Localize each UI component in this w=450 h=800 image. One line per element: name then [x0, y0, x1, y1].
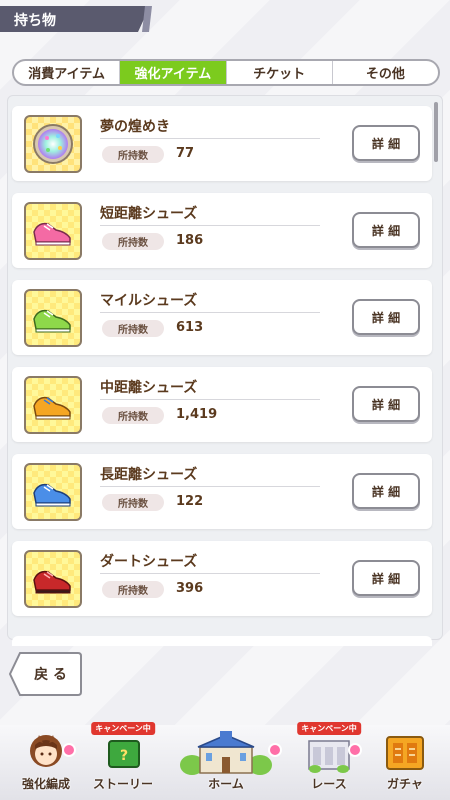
tab-consumables[interactable]: 消費アイテム — [14, 61, 121, 84]
detail-button[interactable]: 詳 細 — [352, 212, 420, 248]
list-item: マイルシューズ 所持数 613 詳 細 — [12, 280, 432, 355]
qty-value: 77 — [176, 146, 195, 161]
list-item-partial — [12, 636, 432, 646]
item-name: マイルシューズ — [100, 293, 198, 309]
qty-value: 396 — [176, 581, 204, 596]
detail-button[interactable]: 詳 細 — [352, 299, 420, 335]
nav-gacha[interactable]: ガチャ — [368, 725, 442, 800]
qty-value: 613 — [176, 320, 204, 335]
home-building-icon — [180, 731, 272, 775]
back-button[interactable]: 戻 る — [8, 651, 83, 697]
nav-label: レース — [311, 777, 347, 791]
item-name: 短距離シューズ — [100, 206, 198, 222]
list-item: 中距離シューズ 所持数 1,419 詳 細 — [12, 367, 432, 442]
pink-shoes-icon — [24, 202, 82, 260]
divider — [100, 312, 320, 313]
list-item: 長距離シューズ 所持数 122 詳 細 — [12, 454, 432, 529]
list-item: ダートシューズ 所持数 396 詳 細 — [12, 541, 432, 616]
svg-text:?: ? — [120, 748, 128, 764]
divider — [100, 399, 320, 400]
nav-label: ガチャ — [387, 777, 423, 791]
detail-button[interactable]: 詳 細 — [352, 560, 420, 596]
divider — [100, 573, 320, 574]
green-shoes-icon — [24, 289, 82, 347]
detail-button[interactable]: 詳 細 — [352, 125, 420, 161]
list-item: 短距離シューズ 所持数 186 詳 細 — [12, 193, 432, 268]
item-name: 夢の煌めき — [100, 119, 170, 135]
nav-label: 強化編成 — [21, 777, 70, 791]
nav-label: ホーム — [208, 777, 244, 791]
nav-label: ストーリー — [92, 777, 153, 791]
tab-tickets[interactable]: チケット — [227, 61, 333, 84]
qty-label: 所持数 — [102, 494, 164, 511]
divider — [100, 225, 320, 226]
nav-home[interactable]: ホーム — [162, 725, 290, 800]
blue-shoes-icon — [24, 463, 82, 521]
qty-label: 所持数 — [102, 407, 164, 424]
divider — [100, 138, 320, 139]
race-gate-icon — [308, 740, 350, 773]
nav-race[interactable]: キャンペーン中 レース — [292, 722, 366, 800]
sparkle-orb-icon — [24, 115, 82, 173]
qty-label: 所持数 — [102, 146, 164, 163]
list-item: 夢の煌めき 所持数 77 詳 細 — [12, 106, 432, 181]
qty-label: 所持数 — [102, 320, 164, 337]
item-name: 長距離シューズ — [100, 467, 198, 483]
category-tabs: 消費アイテム 強化アイテム チケット その他 — [12, 59, 440, 86]
notification-badge — [348, 743, 362, 757]
detail-button[interactable]: 詳 細 — [352, 386, 420, 422]
scrollbar[interactable] — [434, 102, 438, 162]
page-title: 持ち物 — [14, 13, 56, 29]
qty-value: 186 — [176, 233, 204, 248]
back-label: 戻 る — [34, 667, 67, 683]
nav-story[interactable]: キャンペーン中 ? ストーリー — [86, 722, 160, 800]
detail-button[interactable]: 詳 細 — [352, 473, 420, 509]
page-header: 持ち物 — [0, 6, 150, 32]
nav-enhance-formation[interactable]: 強化編成 — [8, 725, 84, 800]
bottom-nav: 強化編成 キャンペーン中 ? ストーリー ホーム キャンペーン中 レース ガチャ — [0, 722, 450, 800]
qty-value: 122 — [176, 494, 204, 509]
orange-shoes-icon — [24, 376, 82, 434]
gacha-gate-icon — [386, 736, 424, 770]
tab-other[interactable]: その他 — [333, 61, 438, 84]
notification-badge — [62, 743, 76, 757]
item-name: ダートシューズ — [100, 554, 198, 570]
notification-badge — [268, 743, 282, 757]
qty-label: 所持数 — [102, 233, 164, 250]
divider — [100, 486, 320, 487]
red-shoes-icon — [24, 550, 82, 608]
item-name: 中距離シューズ — [100, 380, 198, 396]
story-book-icon: ? — [108, 740, 140, 768]
qty-label: 所持数 — [102, 581, 164, 598]
qty-value: 1,419 — [176, 407, 218, 422]
tab-enhancement-items[interactable]: 強化アイテム — [120, 61, 227, 84]
